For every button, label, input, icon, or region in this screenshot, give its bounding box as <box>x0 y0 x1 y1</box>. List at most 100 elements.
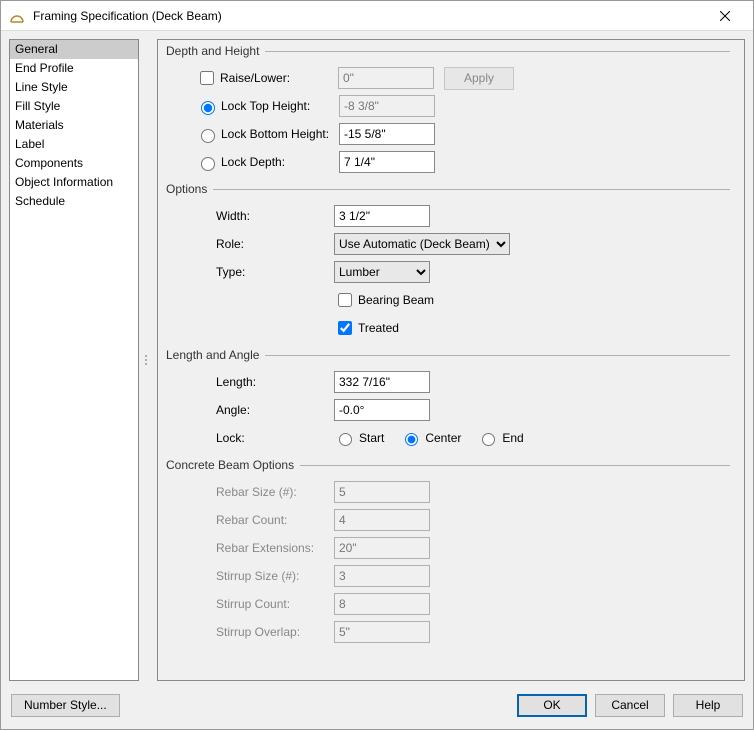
help-button[interactable]: Help <box>673 694 743 717</box>
sidebar-item[interactable]: Object Information <box>10 173 138 192</box>
row-bearing: Bearing Beam <box>196 286 730 314</box>
lock-center-label: Center <box>425 431 461 445</box>
group-depth-height: Depth and Height Raise/Lower: Apply Lock… <box>166 44 730 176</box>
lock-top-radio[interactable] <box>201 101 215 115</box>
ok-button[interactable]: OK <box>517 694 587 717</box>
sidebar-item[interactable]: Materials <box>10 116 138 135</box>
app-icon <box>9 8 25 24</box>
row-raise-lower: Raise/Lower: Apply <box>196 64 730 92</box>
lock-end-label: End <box>502 431 523 445</box>
dialog-footer: Number Style... OK Cancel Help <box>1 689 753 729</box>
lock-radio-group: Start Center End <box>334 430 524 446</box>
group-options: Options Width: Role: Use Automatic (Deck… <box>166 182 730 342</box>
dialog-window: Framing Specification (Deck Beam) Genera… <box>0 0 754 730</box>
sidebar-item[interactable]: General <box>10 40 138 59</box>
divider <box>265 355 730 356</box>
bearing-checkbox[interactable] <box>338 293 352 307</box>
dialog-body: GeneralEnd ProfileLine StyleFill StyleMa… <box>1 31 753 689</box>
lock-center-option[interactable]: Center <box>400 430 461 446</box>
row-type: Type: Lumber <box>196 258 730 286</box>
lock-depth-radio[interactable] <box>201 157 215 171</box>
lock-label: Lock: <box>216 431 334 445</box>
row-width: Width: <box>196 202 730 230</box>
stirrup-size-input <box>334 565 430 587</box>
treated-checkbox[interactable] <box>338 321 352 335</box>
width-input[interactable] <box>334 205 430 227</box>
stirrup-size-label: Stirrup Size (#): <box>216 569 334 583</box>
stirrup-overlap-input <box>334 621 430 643</box>
lock-end-radio[interactable] <box>482 433 495 446</box>
sidebar-item[interactable]: Line Style <box>10 78 138 97</box>
lock-start-option[interactable]: Start <box>334 430 384 446</box>
raise-lower-label: Raise/Lower: <box>220 71 338 85</box>
rebar-size-label: Rebar Size (#): <box>216 485 334 499</box>
sidebar-item[interactable]: End Profile <box>10 59 138 78</box>
type-label: Type: <box>216 265 334 279</box>
lock-top-input <box>339 95 435 117</box>
row-stirrup-overlap: Stirrup Overlap: <box>196 618 730 646</box>
divider <box>265 51 730 52</box>
lock-depth-input[interactable] <box>339 151 435 173</box>
main-panel: Depth and Height Raise/Lower: Apply Lock… <box>157 39 745 681</box>
cancel-button[interactable]: Cancel <box>595 694 665 717</box>
divider <box>300 465 730 466</box>
lock-bottom-input[interactable] <box>339 123 435 145</box>
lock-start-label: Start <box>359 431 384 445</box>
lock-start-radio[interactable] <box>339 433 352 446</box>
length-input[interactable] <box>334 371 430 393</box>
stirrup-count-input <box>334 593 430 615</box>
bearing-label: Bearing Beam <box>358 293 434 307</box>
lock-bottom-label: Lock Bottom Height: <box>221 127 339 141</box>
row-role: Role: Use Automatic (Deck Beam) <box>196 230 730 258</box>
sidebar-item[interactable]: Schedule <box>10 192 138 211</box>
divider <box>213 189 730 190</box>
lock-top-label: Lock Top Height: <box>221 99 339 113</box>
row-lock: Lock: Start Center End <box>196 424 730 452</box>
row-stirrup-count: Stirrup Count: <box>196 590 730 618</box>
raise-lower-input <box>338 67 434 89</box>
lock-end-option[interactable]: End <box>477 430 523 446</box>
close-button[interactable] <box>705 8 745 24</box>
treated-label: Treated <box>358 321 399 335</box>
close-icon <box>720 11 730 21</box>
sidebar-item[interactable]: Fill Style <box>10 97 138 116</box>
raise-lower-checkbox[interactable] <box>200 71 214 85</box>
row-lock-depth: Lock Depth: <box>196 148 730 176</box>
group-length-angle: Length and Angle Length: Angle: Lock: <box>166 348 730 452</box>
sidebar-item[interactable]: Components <box>10 154 138 173</box>
sidebar-item[interactable]: Label <box>10 135 138 154</box>
row-lock-bottom: Lock Bottom Height: <box>196 120 730 148</box>
angle-label: Angle: <box>216 403 334 417</box>
splitter-grip[interactable] <box>143 39 149 681</box>
window-title: Framing Specification (Deck Beam) <box>33 9 705 23</box>
rebar-count-input <box>334 509 430 531</box>
group-header: Depth and Height <box>166 44 730 58</box>
rebar-ext-label: Rebar Extensions: <box>216 541 334 555</box>
type-select[interactable]: Lumber <box>334 261 430 283</box>
row-stirrup-size: Stirrup Size (#): <box>196 562 730 590</box>
row-rebar-count: Rebar Count: <box>196 506 730 534</box>
lock-center-radio[interactable] <box>405 433 418 446</box>
role-select[interactable]: Use Automatic (Deck Beam) <box>334 233 510 255</box>
row-angle: Angle: <box>196 396 730 424</box>
width-label: Width: <box>216 209 334 223</box>
group-title: Depth and Height <box>166 44 265 58</box>
group-concrete: Concrete Beam Options Rebar Size (#): Re… <box>166 458 730 646</box>
category-sidebar: GeneralEnd ProfileLine StyleFill StyleMa… <box>9 39 139 681</box>
rebar-size-input <box>334 481 430 503</box>
group-header: Concrete Beam Options <box>166 458 730 472</box>
lock-depth-label: Lock Depth: <box>221 155 339 169</box>
row-treated: Treated <box>196 314 730 342</box>
titlebar: Framing Specification (Deck Beam) <box>1 1 753 31</box>
rebar-ext-input <box>334 537 430 559</box>
number-style-button[interactable]: Number Style... <box>11 694 120 717</box>
lock-bottom-radio[interactable] <box>201 129 215 143</box>
angle-input[interactable] <box>334 399 430 421</box>
group-header: Length and Angle <box>166 348 730 362</box>
group-title: Length and Angle <box>166 348 265 362</box>
stirrup-count-label: Stirrup Count: <box>216 597 334 611</box>
row-lock-top: Lock Top Height: <box>196 92 730 120</box>
row-rebar-size: Rebar Size (#): <box>196 478 730 506</box>
row-length: Length: <box>196 368 730 396</box>
rebar-count-label: Rebar Count: <box>216 513 334 527</box>
